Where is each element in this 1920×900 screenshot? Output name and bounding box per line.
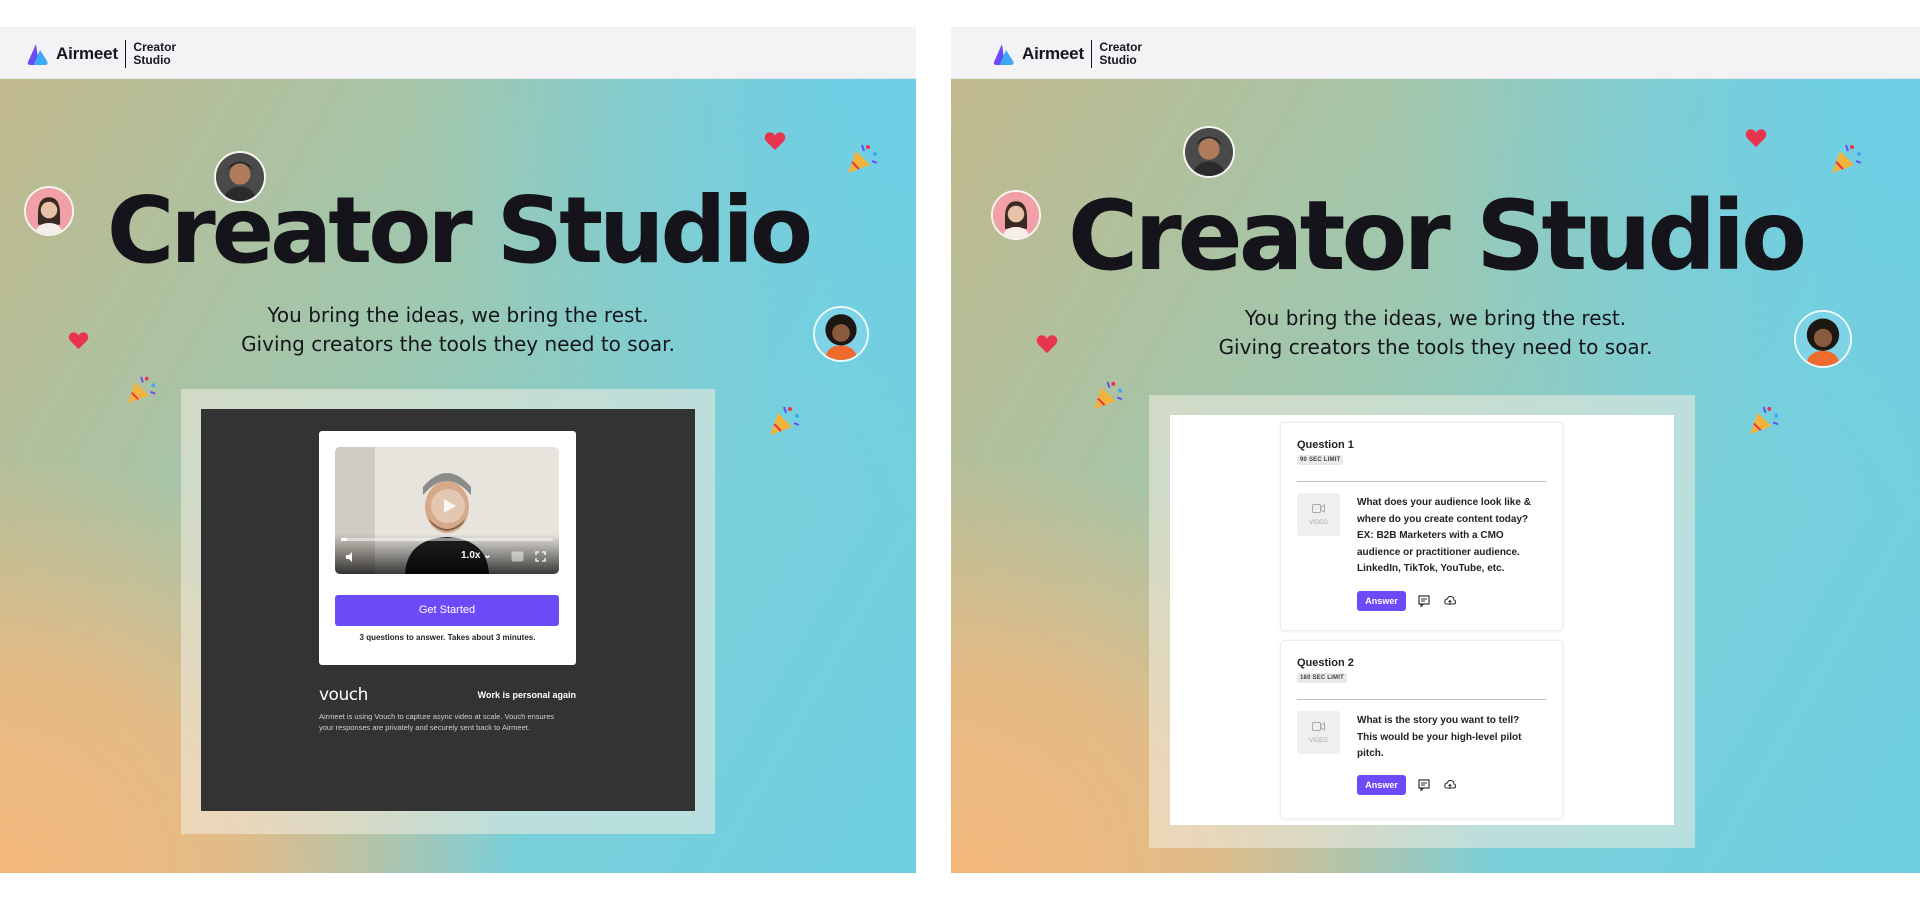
brand-sub-line2: Studio: [133, 53, 171, 67]
question-text: What is the story you want to tell? This…: [1357, 713, 1539, 763]
upload-icon[interactable]: [1444, 779, 1456, 791]
brand-name: Airmeet: [1022, 44, 1084, 63]
brand[interactable]: Airmeet Creator Studio: [992, 40, 1147, 68]
time-limit-badge: 180 SEC LIMIT: [1297, 673, 1347, 683]
party-popper-icon: [127, 376, 156, 404]
question-text-line: where do you create content today?: [1357, 513, 1529, 525]
video-label: VIDEO: [1309, 738, 1328, 744]
heart-icon: [764, 132, 786, 151]
question-text-line: audience or practitioner audience.: [1357, 546, 1520, 558]
comment-icon[interactable]: [1418, 595, 1430, 607]
time-limit-badge: 90 SEC LIMIT: [1297, 455, 1344, 465]
avatar: [214, 151, 266, 203]
video-thumbnail[interactable]: VIDEO: [1297, 493, 1340, 536]
hero-subtitle-line2: Giving creators the tools they need to s…: [1218, 335, 1653, 359]
playback-speed-value: 1.0x: [461, 550, 481, 561]
divider: [1297, 699, 1546, 700]
vouch-desc-line2: your responses are privately and securel…: [319, 723, 530, 732]
hero-subtitle-line1: You bring the ideas, we bring the rest.: [267, 303, 649, 327]
get-started-button[interactable]: Get Started: [335, 595, 559, 626]
playback-speed[interactable]: 1.0x ⌄: [461, 550, 492, 561]
brand-name: Airmeet: [56, 44, 118, 63]
divider: [1297, 481, 1546, 482]
questions-panel: Question 1 90 SEC LIMIT VIDEO What does …: [1170, 415, 1674, 825]
question-text-line: What is the story you want to tell?: [1357, 715, 1520, 726]
question-card: Question 2 180 SEC LIMIT VIDEO What is t…: [1280, 640, 1563, 819]
upload-icon[interactable]: [1444, 595, 1456, 607]
volume-icon[interactable]: [345, 552, 356, 562]
hero-subtitle-line1: You bring the ideas, we bring the rest.: [1244, 306, 1627, 330]
brand-sub-line2: Studio: [1099, 53, 1137, 67]
fullscreen-icon[interactable]: [535, 551, 546, 562]
vouch-desc-line1: Airmeet is using Vouch to capture async …: [319, 712, 555, 721]
video-progress-fill: [341, 538, 348, 541]
camera-icon: [1312, 504, 1325, 513]
vouch-logo: vouch: [319, 685, 368, 705]
brand-subtitle: Creator Studio: [1099, 41, 1147, 67]
hero-subtitle: You bring the ideas, we bring the rest. …: [951, 304, 1920, 362]
vouch-panel: 1.0x ⌄ Get Started 3 questions to answer…: [201, 409, 695, 811]
video-controls: 1.0x ⌄: [335, 534, 559, 574]
heart-icon: [1745, 129, 1767, 148]
question-text-line: pitch.: [1357, 748, 1384, 759]
vouch-tagline: Work is personal again: [477, 690, 576, 700]
question-text-line: EX: B2B Marketers with a CMO: [1357, 530, 1504, 541]
avatar: [24, 186, 74, 236]
party-popper-icon: [1093, 381, 1123, 410]
airmeet-logo-icon: [27, 44, 48, 65]
brand-sub-line1: Creator: [133, 40, 177, 54]
brand-subtitle: Creator Studio: [133, 41, 181, 67]
hero: Creator Studio You bring the ideas, we b…: [951, 79, 1920, 873]
heart-icon: [68, 332, 89, 350]
time-estimate-note: 3 questions to answer. Takes about 3 min…: [359, 633, 536, 642]
product-frame: 1.0x ⌄ Get Started 3 questions to answer…: [181, 389, 715, 834]
party-popper-icon: [1749, 406, 1779, 435]
top-bar: Airmeet Creator Studio: [0, 27, 916, 79]
vouch-description: Airmeet is using Vouch to capture async …: [319, 711, 579, 733]
brand-sub-line1: Creator: [1099, 40, 1143, 54]
left-panel: Airmeet Creator Studio Creator Studio You…: [0, 27, 916, 873]
question-text: What does your audience look like & wher…: [1357, 495, 1539, 578]
question-card: Question 1 90 SEC LIMIT VIDEO What does …: [1280, 422, 1563, 631]
party-popper-icon: [1832, 144, 1862, 173]
hero-title: Creator Studio: [1067, 180, 1807, 292]
comment-icon[interactable]: [1418, 779, 1430, 791]
video-card: 1.0x ⌄ Get Started 3 questions to answer…: [319, 431, 576, 665]
hero-title: Creator Studio: [106, 177, 813, 284]
hero-subtitle: You bring the ideas, we bring the rest. …: [0, 301, 916, 359]
avatar: [813, 306, 869, 362]
party-popper-icon: [848, 144, 878, 173]
avatar: [1794, 310, 1852, 368]
video-progress-bar[interactable]: [341, 538, 553, 541]
video-thumbnail[interactable]: VIDEO: [1297, 711, 1340, 754]
question-text-line: LinkedIn, TikTok, YouTube, etc.: [1357, 563, 1505, 574]
brand[interactable]: Airmeet Creator Studio: [26, 40, 181, 68]
question-title: Question 2: [1297, 657, 1354, 669]
brand-divider: [124, 40, 127, 68]
play-icon[interactable]: [431, 489, 465, 523]
camera-icon: [1312, 722, 1325, 731]
product-frame: Question 1 90 SEC LIMIT VIDEO What does …: [1149, 395, 1695, 848]
question-text-line: What does your audience look like &: [1357, 497, 1531, 508]
answer-button[interactable]: Answer: [1357, 775, 1406, 795]
top-bar: Airmeet Creator Studio: [951, 27, 1920, 79]
captions-icon[interactable]: [511, 551, 524, 562]
avatar: [1183, 126, 1235, 178]
right-panel: Airmeet Creator Studio Creator Studio You…: [951, 27, 1920, 873]
video-label: VIDEO: [1309, 520, 1328, 526]
party-popper-icon: [770, 406, 800, 435]
intro-video[interactable]: 1.0x ⌄: [335, 447, 559, 574]
hero-subtitle-line2: Giving creators the tools they need to s…: [241, 332, 675, 356]
answer-button[interactable]: Answer: [1357, 591, 1406, 611]
avatar: [991, 190, 1041, 240]
brand-divider: [1090, 40, 1093, 68]
hero: Creator Studio You bring the ideas, we b…: [0, 79, 916, 873]
airmeet-logo-icon: [993, 44, 1014, 65]
question-title: Question 1: [1297, 439, 1354, 451]
question-text-line: This would be your high-level pilot: [1357, 731, 1522, 743]
heart-icon: [1036, 335, 1058, 354]
